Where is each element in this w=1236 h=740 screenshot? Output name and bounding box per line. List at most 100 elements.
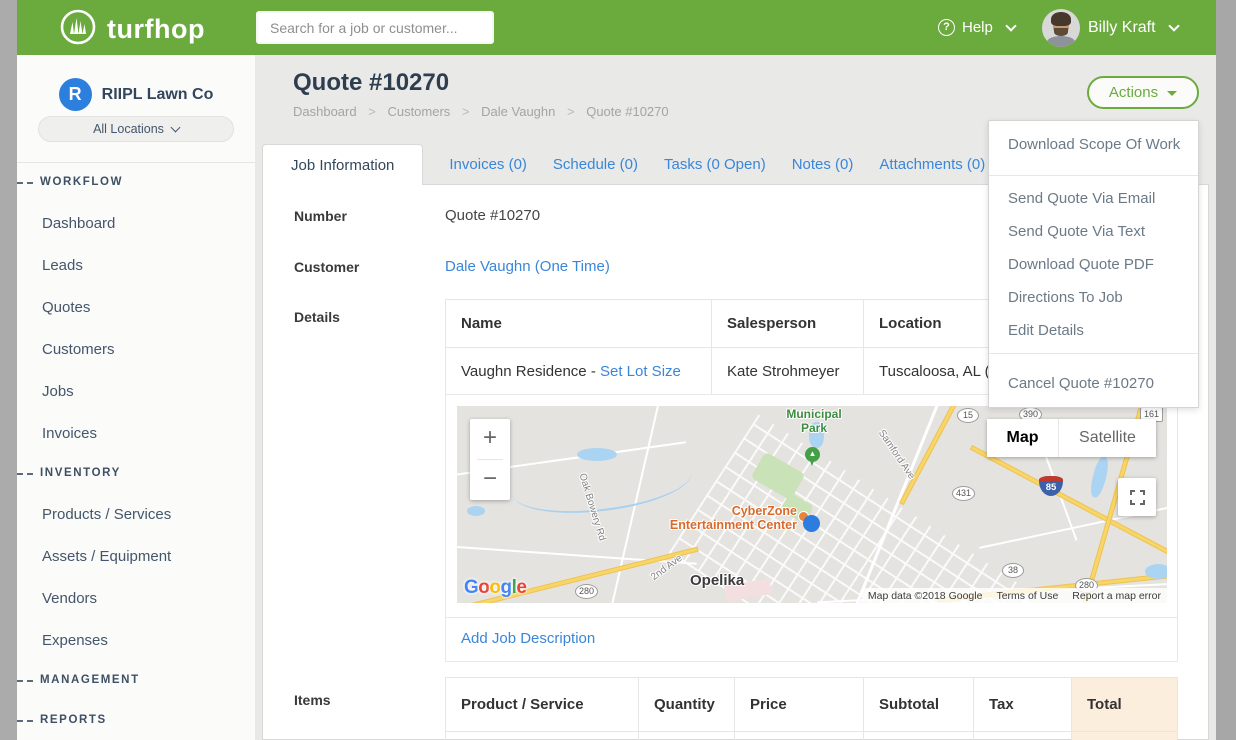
route-shield-280-west: 280 bbox=[575, 584, 598, 599]
items-table: Product / Service Quantity Price Subtota… bbox=[445, 677, 1178, 740]
set-lot-size-link[interactable]: Set Lot Size bbox=[600, 363, 681, 380]
chevron-down-icon bbox=[1168, 20, 1179, 31]
sidebar-item-dashboard[interactable]: Dashboard bbox=[42, 215, 115, 232]
section-dash-icon bbox=[17, 720, 33, 722]
google-logo[interactable]: Google bbox=[464, 577, 526, 599]
terms-of-use-link[interactable]: Terms of Use bbox=[996, 590, 1058, 602]
customer-name[interactable]: Dale Vaughn bbox=[445, 258, 531, 275]
pond bbox=[1088, 455, 1111, 499]
map-box-divider bbox=[446, 617, 1177, 618]
number-value: Quote #10270 bbox=[445, 207, 540, 224]
tab-notes[interactable]: Notes (0) bbox=[792, 156, 854, 185]
sidebar-item-jobs[interactable]: Jobs bbox=[42, 383, 74, 400]
section-dash-icon bbox=[17, 680, 33, 682]
sidebar-item-leads[interactable]: Leads bbox=[42, 257, 83, 274]
left-scrollbar[interactable] bbox=[0, 0, 17, 740]
breadcrumb-customers[interactable]: Customers bbox=[387, 104, 450, 119]
breadcrumb-separator: > bbox=[567, 104, 575, 119]
sidebar-item-products-services[interactable]: Products / Services bbox=[42, 506, 171, 523]
user-avatar[interactable] bbox=[1042, 9, 1080, 47]
sidebar: R RIIPL Lawn Co All Locations WORKFLOW D… bbox=[17, 55, 255, 740]
tab-tasks[interactable]: Tasks (0 Open) bbox=[664, 156, 766, 185]
caret-down-icon bbox=[1167, 91, 1177, 96]
map-data-credit: Map data ©2018 Google bbox=[868, 590, 983, 602]
map-type-map-button[interactable]: Map bbox=[987, 419, 1059, 457]
brand-name: turfhop bbox=[107, 14, 205, 45]
map-container: Municipal Park ▲ Oak Bowery Rd Samford A… bbox=[445, 394, 1178, 662]
items-header-quantity: Quantity bbox=[639, 678, 735, 731]
section-inventory: INVENTORY bbox=[40, 467, 121, 479]
page-title: Quote #10270 bbox=[293, 69, 449, 97]
help-icon: ? bbox=[938, 19, 955, 36]
actions-button[interactable]: Actions bbox=[1087, 76, 1199, 109]
map-attribution: Map data ©2018 Google Terms of Use Repor… bbox=[862, 588, 1167, 603]
details-label: Details bbox=[294, 309, 340, 325]
park-label: Municipal Park bbox=[775, 407, 853, 435]
items-header-tax: Tax bbox=[974, 678, 1072, 731]
items-row bbox=[446, 732, 1177, 740]
details-header-salesperson: Salesperson bbox=[712, 300, 864, 347]
location-selector[interactable]: All Locations bbox=[38, 116, 234, 142]
report-map-error-link[interactable]: Report a map error bbox=[1072, 590, 1161, 602]
menu-item-download-scope-of-work[interactable]: Download Scope Of Work bbox=[989, 121, 1198, 169]
sidebar-divider bbox=[17, 162, 255, 163]
menu-item-send-quote-via-text[interactable]: Send Quote Via Text bbox=[989, 215, 1198, 248]
items-header-price: Price bbox=[735, 678, 864, 731]
menu-item-edit-details[interactable]: Edit Details bbox=[989, 314, 1198, 347]
location-selector-label: All Locations bbox=[93, 122, 164, 136]
help-label: Help bbox=[962, 19, 993, 36]
google-map[interactable]: Municipal Park ▲ Oak Bowery Rd Samford A… bbox=[457, 406, 1167, 603]
sidebar-item-customers[interactable]: Customers bbox=[42, 341, 115, 358]
company-name: RIIPL Lawn Co bbox=[102, 86, 214, 104]
help-menu[interactable]: ? Help bbox=[938, 0, 1015, 55]
zoom-out-button[interactable]: − bbox=[470, 460, 510, 500]
sidebar-item-invoices[interactable]: Invoices bbox=[42, 425, 97, 442]
map-zoom-control: + − bbox=[470, 419, 510, 500]
menu-item-directions-to-job[interactable]: Directions To Job bbox=[989, 281, 1198, 314]
top-navbar: turfhop ? Help Billy Kraft bbox=[17, 0, 1216, 55]
right-scrollbar[interactable] bbox=[1216, 0, 1236, 740]
avatar-hair bbox=[1051, 12, 1071, 26]
tab-schedule[interactable]: Schedule (0) bbox=[553, 156, 638, 185]
city-label: Opelika bbox=[690, 572, 744, 589]
tab-attachments[interactable]: Attachments (0) bbox=[879, 156, 985, 185]
breadcrumb-separator: > bbox=[462, 104, 470, 119]
menu-item-send-quote-via-email[interactable]: Send Quote Via Email bbox=[989, 182, 1198, 215]
avatar-beard bbox=[1054, 28, 1068, 36]
items-header-subtotal: Subtotal bbox=[864, 678, 974, 731]
tab-job-information[interactable]: Job Information bbox=[262, 144, 423, 185]
sidebar-item-expenses[interactable]: Expenses bbox=[42, 632, 108, 649]
sidebar-item-assets-equipment[interactable]: Assets / Equipment bbox=[42, 548, 171, 565]
pond bbox=[467, 506, 485, 516]
tab-bar: Job Information Invoices (0) Schedule (0… bbox=[262, 144, 985, 185]
zoom-in-button[interactable]: + bbox=[470, 419, 510, 459]
user-name: Billy Kraft bbox=[1088, 19, 1156, 37]
route-shield-15: 15 bbox=[957, 408, 979, 423]
tab-invoices[interactable]: Invoices (0) bbox=[449, 156, 527, 185]
user-menu[interactable]: Billy Kraft bbox=[1088, 0, 1178, 55]
breadcrumb-customer-name[interactable]: Dale Vaughn bbox=[481, 104, 555, 119]
details-cell-salesperson: Kate Strohmeyer bbox=[712, 348, 864, 394]
sidebar-item-quotes[interactable]: Quotes bbox=[42, 299, 90, 316]
number-label: Number bbox=[294, 208, 347, 224]
menu-item-cancel-quote[interactable]: Cancel Quote #10270 bbox=[989, 360, 1198, 407]
fullscreen-button[interactable] bbox=[1118, 478, 1156, 516]
map-type-satellite-button[interactable]: Satellite bbox=[1059, 419, 1156, 457]
company-logo[interactable]: R bbox=[59, 78, 92, 111]
section-management: MANAGEMENT bbox=[40, 674, 140, 686]
section-dash-icon bbox=[17, 473, 33, 475]
grass-logo-icon bbox=[59, 8, 97, 51]
customer-link[interactable]: Dale Vaughn (One Time) bbox=[445, 258, 610, 275]
menu-item-download-quote-pdf[interactable]: Download Quote PDF bbox=[989, 248, 1198, 281]
items-label: Items bbox=[294, 692, 331, 708]
app-logo[interactable]: turfhop bbox=[59, 8, 205, 51]
add-job-description-link[interactable]: Add Job Description bbox=[461, 630, 595, 647]
breadcrumb-dashboard[interactable]: Dashboard bbox=[293, 104, 357, 119]
customer-label: Customer bbox=[294, 259, 359, 275]
search-input[interactable] bbox=[256, 11, 494, 44]
sidebar-item-vendors[interactable]: Vendors bbox=[42, 590, 97, 607]
customer-type: (One Time) bbox=[535, 258, 610, 275]
fullscreen-icon bbox=[1130, 490, 1145, 505]
road-label-samford: Samford Ave bbox=[876, 428, 917, 481]
avatar-shoulders bbox=[1047, 36, 1075, 47]
